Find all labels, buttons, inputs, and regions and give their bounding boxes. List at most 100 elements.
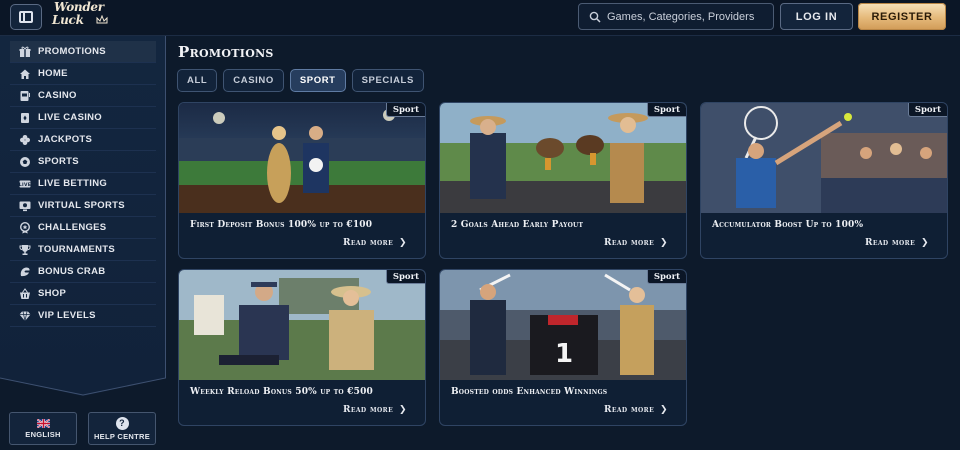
promotion-title: Boosted odds Enhanced Winnings bbox=[451, 387, 608, 397]
sidebar-item-jackpots[interactable]: JACKPOTS bbox=[10, 129, 156, 151]
promotion-title: 2 Goals Ahead Early Payout bbox=[451, 220, 584, 230]
crown-icon bbox=[96, 15, 108, 24]
monitor-icon bbox=[18, 200, 31, 212]
trophy-icon bbox=[18, 221, 31, 234]
search-bar[interactable] bbox=[578, 3, 774, 30]
promotion-card[interactable]: Sport First Deposit Bonus 100% up to €10… bbox=[178, 102, 426, 259]
chevron-right-icon: ❯ bbox=[399, 238, 407, 248]
tab-all[interactable]: ALL bbox=[177, 69, 218, 92]
sidebar-item-challenges[interactable]: CHALLENGES bbox=[10, 217, 156, 239]
brand-logo[interactable]: Wonder Luck bbox=[52, 1, 112, 33]
live-cards-icon bbox=[18, 112, 31, 124]
gift-icon bbox=[18, 46, 31, 58]
promotion-image-f1-celebration: 1 bbox=[440, 270, 686, 380]
help-centre-button[interactable]: ? HELP CENTRE bbox=[88, 412, 156, 445]
tab-specials[interactable]: SPECIALS bbox=[351, 69, 424, 92]
svg-text:1: 1 bbox=[555, 339, 573, 369]
sidebar-item-label: VIP LEVELS bbox=[38, 310, 96, 321]
sidebar-item-label: SPORTS bbox=[38, 156, 79, 167]
read-more-label: Read more bbox=[342, 405, 394, 415]
sidebar-item-label: LIVE CASINO bbox=[38, 112, 103, 123]
slot-machine-icon bbox=[18, 90, 31, 102]
read-more-link[interactable]: Read more ❯ bbox=[343, 238, 407, 248]
cup-icon bbox=[18, 244, 31, 256]
promotion-title: First Deposit Bonus 100% up to €100 bbox=[190, 220, 373, 230]
promotion-card[interactable]: Sport 2 Goals Ahead Early Payout Read mo… bbox=[439, 102, 687, 259]
sidebar-item-home[interactable]: HOME bbox=[10, 63, 156, 85]
read-more-label: Read more bbox=[603, 405, 655, 415]
page-title: Promotions bbox=[178, 43, 274, 61]
category-badge: Sport bbox=[385, 270, 425, 284]
sidebar-item-live-betting[interactable]: LIVE LIVE BETTING bbox=[10, 173, 156, 195]
search-input[interactable] bbox=[607, 10, 767, 23]
promotion-image-horse-race-spectators bbox=[440, 103, 686, 213]
sidebar-item-live-casino[interactable]: LIVE CASINO bbox=[10, 107, 156, 129]
home-icon bbox=[18, 68, 31, 80]
top-header: Wonder Luck LOG IN REGISTER bbox=[0, 0, 960, 36]
login-button[interactable]: LOG IN bbox=[780, 3, 853, 30]
register-button[interactable]: REGISTER bbox=[858, 3, 946, 30]
sidebar-item-casino[interactable]: CASINO bbox=[10, 85, 156, 107]
sidebar-toggle-button[interactable] bbox=[10, 4, 42, 30]
promotion-image-tennis-player bbox=[701, 103, 947, 213]
promotion-title: Weekly Reload Bonus 50% up to €500 bbox=[190, 387, 373, 397]
sidebar-item-label: BONUS CRAB bbox=[38, 266, 106, 277]
promotion-filter-tabs: ALL CASINO SPORT SPECIALS bbox=[177, 69, 424, 92]
tab-casino[interactable]: CASINO bbox=[223, 69, 284, 92]
chevron-right-icon: ❯ bbox=[399, 405, 407, 415]
chevron-right-icon: ❯ bbox=[921, 238, 929, 248]
sidebar-item-label: CHALLENGES bbox=[38, 222, 107, 233]
read-more-label: Read more bbox=[342, 238, 394, 248]
tab-sport[interactable]: SPORT bbox=[289, 69, 346, 92]
category-badge: Sport bbox=[646, 270, 686, 284]
clover-icon bbox=[18, 134, 31, 146]
chevron-right-icon: ❯ bbox=[660, 238, 668, 248]
sidebar-item-label: SHOP bbox=[38, 288, 67, 299]
sidebar-nav: PROMOTIONS HOME CASINO LIVE CASINO JACKP… bbox=[10, 41, 156, 327]
svg-text:LIVE: LIVE bbox=[19, 182, 31, 188]
sidebar-item-shop[interactable]: SHOP bbox=[10, 283, 156, 305]
sidebar-item-tournaments[interactable]: TOURNAMENTS bbox=[10, 239, 156, 261]
live-badge-icon: LIVE bbox=[18, 178, 31, 190]
read-more-label: Read more bbox=[864, 238, 916, 248]
help-centre-label: HELP CENTRE bbox=[93, 431, 151, 441]
chevron-right-icon: ❯ bbox=[660, 405, 668, 415]
promotion-image-stadium-celebration bbox=[179, 103, 425, 213]
promotion-card[interactable]: 1 Sport Boosted odds Enhanced Winnings R… bbox=[439, 269, 687, 426]
promotion-card[interactable]: Sport Accumulator Boost Up to 100% Read … bbox=[700, 102, 948, 259]
read-more-link[interactable]: Read more ❯ bbox=[604, 405, 668, 415]
search-icon bbox=[589, 11, 601, 23]
language-button[interactable]: ENGLISH bbox=[9, 412, 77, 445]
sidebar-item-label: TOURNAMENTS bbox=[38, 244, 116, 255]
uk-flag-icon bbox=[36, 418, 50, 428]
sidebar-item-promotions[interactable]: PROMOTIONS bbox=[10, 41, 156, 63]
sidebar-item-label: PROMOTIONS bbox=[38, 46, 106, 57]
question-mark-icon: ? bbox=[115, 416, 129, 430]
promotion-card[interactable]: Sport Weekly Reload Bonus 50% up to €500… bbox=[178, 269, 426, 426]
category-badge: Sport bbox=[907, 103, 947, 117]
promotion-image-golf-lounge bbox=[179, 270, 425, 380]
sidebar-toggle-icon bbox=[19, 11, 33, 23]
basket-icon bbox=[18, 287, 31, 300]
category-badge: Sport bbox=[385, 103, 425, 117]
sidebar: PROMOTIONS HOME CASINO LIVE CASINO JACKP… bbox=[0, 36, 166, 450]
sidebar-item-virtual-sports[interactable]: VIRTUAL SPORTS bbox=[10, 195, 156, 217]
sidebar-item-bonus-crab[interactable]: BONUS CRAB bbox=[10, 261, 156, 283]
read-more-link[interactable]: Read more ❯ bbox=[604, 238, 668, 248]
sidebar-item-label: LIVE BETTING bbox=[38, 178, 108, 189]
sidebar-item-label: VIRTUAL SPORTS bbox=[38, 200, 125, 211]
language-label: ENGLISH bbox=[25, 429, 61, 439]
sidebar-item-label: JACKPOTS bbox=[38, 134, 93, 145]
promotion-title: Accumulator Boost Up to 100% bbox=[712, 220, 864, 230]
category-badge: Sport bbox=[646, 103, 686, 117]
read-more-label: Read more bbox=[603, 238, 655, 248]
sidebar-item-sports[interactable]: SPORTS bbox=[10, 151, 156, 173]
sidebar-item-label: HOME bbox=[38, 68, 68, 79]
read-more-link[interactable]: Read more ❯ bbox=[343, 405, 407, 415]
sidebar-item-label: CASINO bbox=[38, 90, 77, 101]
read-more-link[interactable]: Read more ❯ bbox=[865, 238, 929, 248]
crab-claw-icon bbox=[18, 266, 31, 278]
diamond-icon bbox=[18, 310, 31, 322]
sidebar-item-vip-levels[interactable]: VIP LEVELS bbox=[10, 305, 156, 327]
ball-icon bbox=[18, 156, 31, 168]
